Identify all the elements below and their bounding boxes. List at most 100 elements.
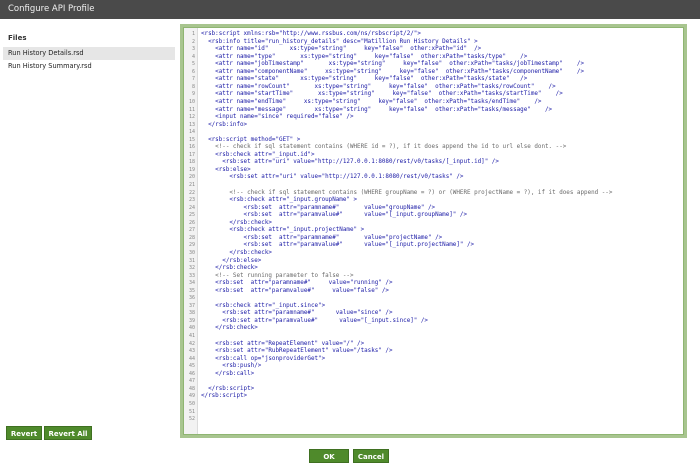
code-text: <input name="since" required="false" />: [201, 114, 354, 121]
code-editor[interactable]: 1 <rsb:script xmlns:rsb="http://www.rssbu…: [183, 27, 684, 435]
code-line: 23 <rsb:check attr="_input.groupName" >: [184, 197, 683, 204]
line-number: 21: [188, 182, 195, 188]
code-line: 12 <input name="since" required="false" …: [184, 114, 683, 121]
line-number: 48: [188, 385, 195, 392]
code-text: <rsb:set attr="paramname#" value="groupN…: [201, 204, 436, 211]
code-text: </rsb:check>: [201, 219, 272, 226]
code-line: 33 <!-- Set running parameter to false -…: [184, 273, 683, 280]
code-line: 21: [184, 182, 683, 189]
code-line: 34 <rsb:set attr="paramname#" value="run…: [184, 280, 683, 287]
line-number: 6: [191, 68, 195, 75]
code-line: 14: [184, 129, 683, 136]
code-text: <rsb:check attr="_input.projectName" >: [201, 227, 365, 234]
code-text: <attr name="jobTimestamp" xs:type="strin…: [201, 61, 585, 68]
code-text: <rsb:info title="run_history_details" de…: [201, 38, 478, 45]
line-number: 36: [188, 295, 195, 302]
code-line: 30 </rsb:check>: [184, 250, 683, 257]
line-number: 40: [188, 325, 195, 332]
code-line: 29 <rsb:set attr="paramvalue#" value="[_…: [184, 242, 683, 249]
code-text: </rsb:info>: [201, 121, 248, 128]
code-line: 15 <rsb:script method="GET" >: [184, 137, 683, 144]
line-number: 29: [188, 242, 195, 249]
code-line: 24 <rsb:set attr="paramname#" value="gro…: [184, 205, 683, 212]
code-line: 52: [184, 416, 683, 423]
code-text: <rsb:check attr="_input.groupName" >: [201, 197, 358, 204]
line-number: 8: [191, 83, 195, 90]
code-line: 22 <!-- check if sql statement contains …: [184, 190, 683, 197]
revert-button[interactable]: Revert: [6, 426, 42, 440]
code-line: 44 <rsb:call op="jsonproviderGet">: [184, 356, 683, 363]
code-line: 16 <!-- check if sql statement contains …: [184, 144, 683, 151]
code-text: </rsb:check>: [201, 249, 272, 256]
code-line: 17 <rsb:check attr="_input.id">: [184, 152, 683, 159]
code-text: <rsb:set attr="paramvalue#" value="[_inp…: [201, 212, 467, 219]
code-text: </rsb:check>: [201, 325, 258, 332]
code-line: 25 <rsb:set attr="paramvalue#" value="[_…: [184, 212, 683, 219]
file-item-run-history-summary[interactable]: Run History Summary.rsd: [3, 60, 175, 73]
code-text: <rsb:set attr="paramname#" value="since"…: [201, 310, 393, 317]
code-line: 11 <attr name="message" xs:type="string"…: [184, 107, 683, 114]
code-line: 32 </rsb:check>: [184, 265, 683, 272]
code-line: 51: [184, 409, 683, 416]
line-number: 18: [188, 159, 195, 166]
code-text: <!-- check if sql statement contains (WH…: [201, 189, 613, 196]
line-number: 5: [191, 61, 195, 68]
files-panel-header: Files: [8, 34, 27, 42]
cancel-button[interactable]: Cancel: [353, 449, 389, 463]
code-line: 26 </rsb:check>: [184, 220, 683, 227]
code-text: <rsb:set attr="paramvalue#" value="false…: [201, 287, 389, 294]
ok-button[interactable]: OK: [309, 449, 349, 463]
code-text: <rsb:set attr="RubRepeatElement" value="…: [201, 348, 393, 355]
code-line: 37 <rsb:check attr="_input.since">: [184, 303, 683, 310]
line-number: 49: [188, 393, 195, 400]
line-number: 51: [188, 408, 195, 415]
line-number: 45: [188, 363, 195, 370]
code-line: 4 <attr name="type" xs:type="string" key…: [184, 54, 683, 61]
code-line: 47: [184, 378, 683, 385]
code-line: 49 </rsb:script>: [184, 393, 683, 400]
code-line: 31 </rsb:else>: [184, 258, 683, 265]
file-item-run-history-details[interactable]: Run History Details.rsd: [3, 47, 175, 60]
line-number: 41: [188, 333, 195, 339]
line-number: 52: [188, 416, 195, 423]
line-number: 43: [188, 348, 195, 355]
revert-all-button[interactable]: Revert All: [44, 426, 92, 440]
line-number: 22: [188, 189, 195, 196]
line-number: 12: [188, 114, 195, 121]
code-text: <rsb:check attr="_input.since">: [201, 302, 326, 309]
code-text: <rsb:set attr="uri" value="http://127.0.…: [201, 159, 499, 166]
line-number: 1: [191, 31, 195, 37]
code-text: <rsb:set attr="paramvalue#" value="[_inp…: [201, 242, 475, 249]
code-text: <rsb:set attr="RepeatElement" value="/" …: [201, 340, 365, 347]
code-text: </rsb:call>: [201, 370, 255, 377]
line-number: 32: [188, 265, 195, 272]
code-text: <attr name="state" xs:type="string" key=…: [201, 76, 528, 83]
code-text: <attr name="type" xs:type="string" key="…: [201, 53, 528, 60]
line-number: 34: [188, 280, 195, 287]
code-line: 46 </rsb:call>: [184, 371, 683, 378]
code-text: <rsb:call op="jsonproviderGet">: [201, 355, 326, 362]
code-line: 9 <attr name="startTime" xs:type="string…: [184, 91, 683, 98]
code-text: </rsb:script>: [201, 393, 248, 400]
line-number: 24: [188, 204, 195, 211]
window-title: Configure API Profile: [0, 0, 700, 19]
code-text: <rsb:script method="GET" >: [201, 136, 301, 143]
line-number: 15: [188, 136, 195, 143]
code-line: 13 </rsb:info>: [184, 122, 683, 129]
code-line: 43 <rsb:set attr="RubRepeatElement" valu…: [184, 348, 683, 355]
code-line: 20 <rsb:set attr="uri" value="http://127…: [184, 174, 683, 181]
line-number: 30: [188, 249, 195, 256]
line-number: 39: [188, 317, 195, 324]
code-line: 36: [184, 295, 683, 302]
code-text: </rsb:check>: [201, 265, 258, 272]
code-line: 28 <rsb:set attr="paramname#" value="pro…: [184, 235, 683, 242]
code-text: <attr name="message" xs:type="string" ke…: [201, 106, 553, 113]
code-line: 8 <attr name="rowCount" xs:type="string"…: [184, 84, 683, 91]
line-number: 38: [188, 310, 195, 317]
code-text: <attr name="startTime" xs:type="string" …: [201, 91, 563, 98]
line-number: 14: [188, 129, 195, 136]
line-number: 26: [188, 219, 195, 226]
code-line: 40 </rsb:check>: [184, 325, 683, 332]
code-text: <rsb:set attr="paramvalue#" value="[_inp…: [201, 317, 428, 324]
line-number: 47: [188, 378, 195, 385]
